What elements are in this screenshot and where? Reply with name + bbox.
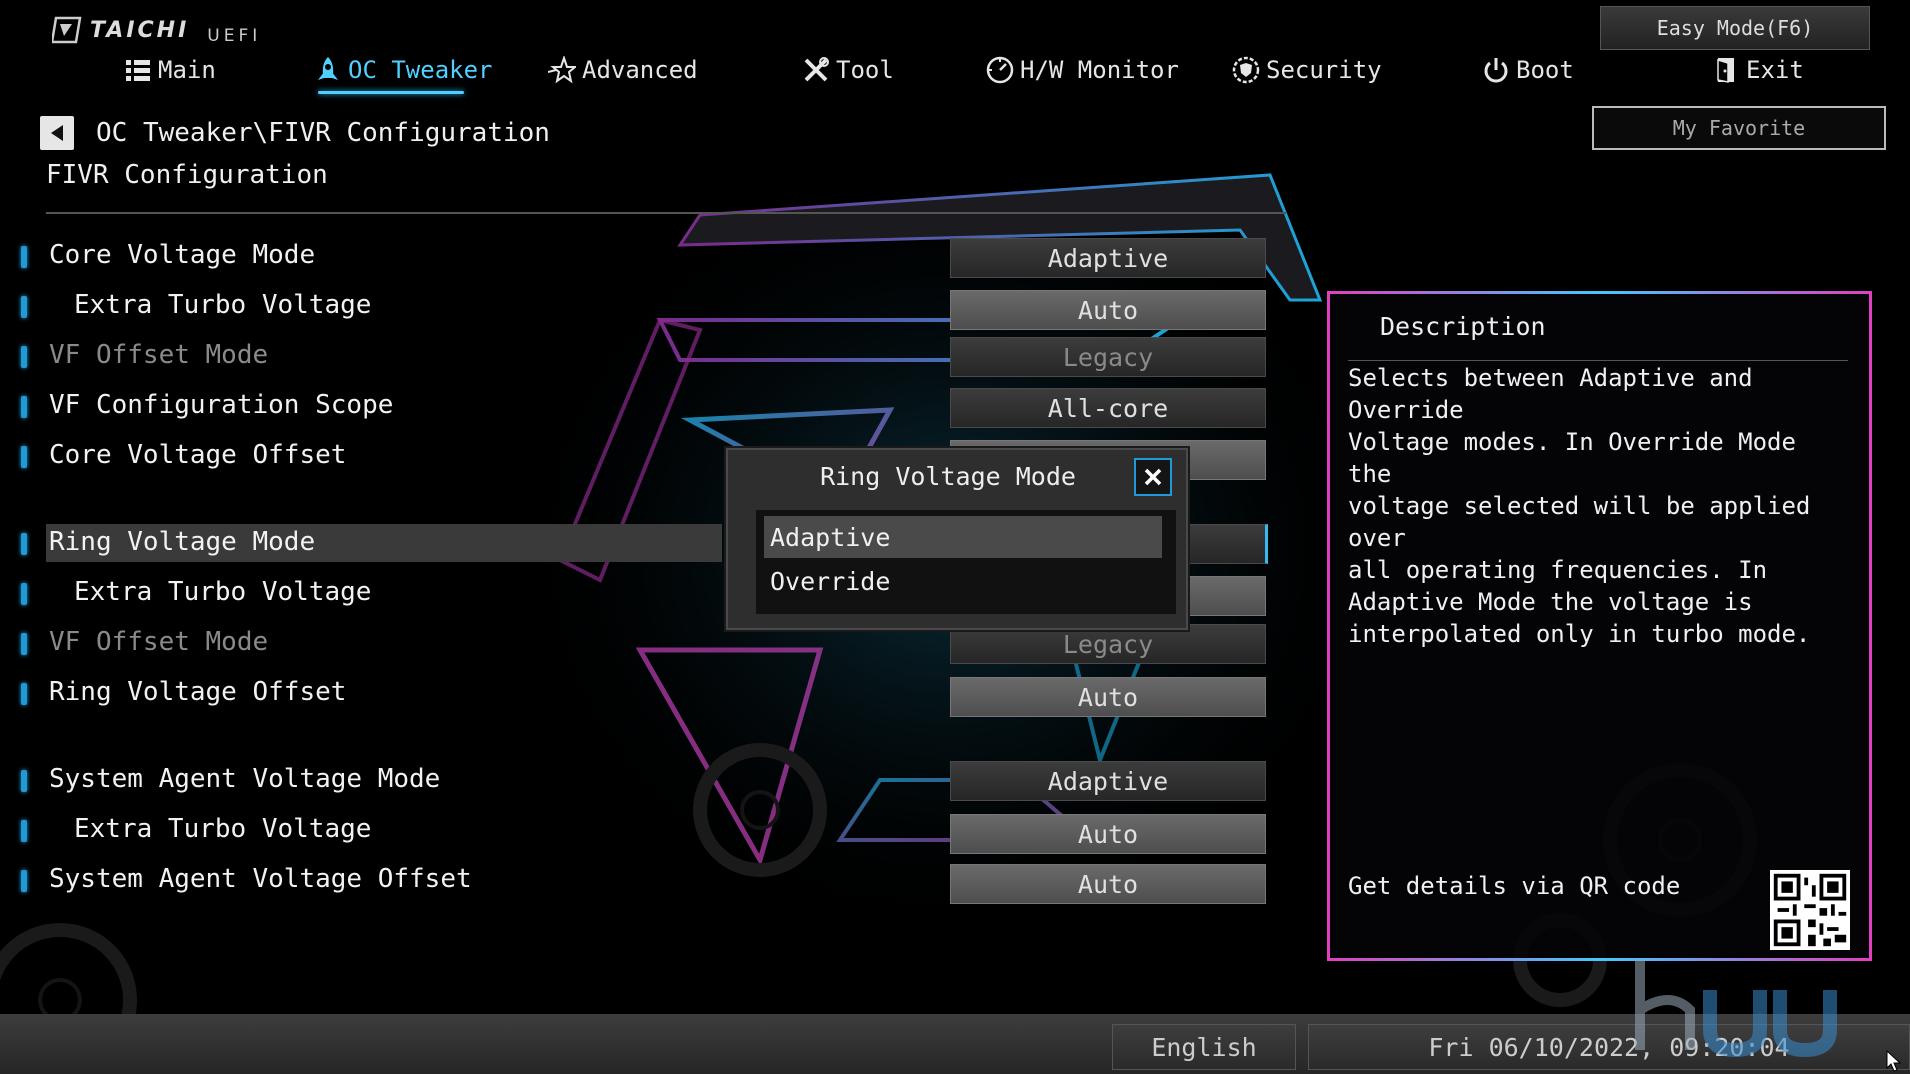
qr-code[interactable] <box>1770 870 1850 950</box>
row-marker <box>21 770 27 792</box>
tab-tool-label: Tool <box>836 56 894 84</box>
my-favorite-button[interactable]: My Favorite <box>1592 106 1886 150</box>
mouse-cursor-icon <box>1886 1050 1902 1072</box>
setting-label: VF Offset Mode <box>49 340 269 370</box>
row-marker <box>21 533 27 555</box>
setting-label: System Agent Voltage Mode <box>49 764 441 794</box>
back-arrow-icon <box>51 125 63 141</box>
star-icon <box>548 56 576 84</box>
dialog-close-button[interactable] <box>1134 458 1172 496</box>
setting-label: Ring Voltage Offset <box>49 677 347 707</box>
dialog-option-list: Adaptive Override <box>756 510 1176 614</box>
tools-icon <box>804 57 829 82</box>
power-icon <box>1484 58 1508 83</box>
setting-label: Extra Turbo Voltage <box>74 814 372 844</box>
option-adaptive[interactable]: Adaptive <box>764 516 1162 558</box>
easy-mode-button[interactable]: Easy Mode(F6) <box>1600 6 1870 50</box>
row-marker <box>21 396 27 418</box>
setting-label: Ring Voltage Mode <box>49 527 316 557</box>
tab-exit-label: Exit <box>1746 56 1804 84</box>
setting-label: VF Offset Mode <box>49 627 269 657</box>
setting-label: Core Voltage Offset <box>49 440 347 470</box>
tab-advanced[interactable]: Advanced <box>548 56 698 84</box>
setting-label: Extra Turbo Voltage <box>74 577 372 607</box>
shield-icon <box>1232 56 1260 84</box>
tab-boot[interactable]: Boot <box>1482 56 1574 84</box>
watermark-logo <box>1635 960 1837 1058</box>
back-button[interactable] <box>40 116 74 150</box>
row-marker <box>21 246 27 268</box>
description-text: Selects between Adaptive and Override Vo… <box>1348 364 1811 648</box>
tab-main-label: Main <box>158 56 216 84</box>
tab-oc-tweaker[interactable]: OC Tweaker <box>314 56 493 84</box>
row-marker <box>21 820 27 842</box>
row-marker <box>21 446 27 468</box>
gauge-icon <box>986 56 1014 84</box>
setting-value[interactable]: Adaptive <box>950 238 1266 278</box>
rocket-icon <box>318 57 338 80</box>
close-icon <box>1144 468 1162 486</box>
row-marker <box>21 583 27 605</box>
tab-hw-monitor-label: H/W Monitor <box>1020 56 1179 84</box>
tab-security-label: Security <box>1266 56 1382 84</box>
ring-voltage-mode-dialog: Ring Voltage Mode Adaptive Override <box>726 448 1188 630</box>
header-divider <box>46 212 1286 214</box>
qr-hint-text: Get details via QR code <box>1348 872 1681 900</box>
breadcrumb: OC Tweaker\FIVR Configuration <box>40 116 550 150</box>
taichi-logo-icon <box>52 16 82 44</box>
tab-boot-label: Boot <box>1516 56 1574 84</box>
active-tab-indicator <box>318 91 464 94</box>
tab-security[interactable]: Security <box>1232 56 1382 84</box>
row-marker <box>21 633 27 655</box>
tab-tool[interactable]: Tool <box>802 56 894 84</box>
setting-value[interactable]: Adaptive <box>950 761 1266 801</box>
list-icon <box>126 60 150 81</box>
setting-label: Core Voltage Mode <box>49 240 316 270</box>
setting-value[interactable]: Auto <box>950 290 1266 330</box>
description-title: Description <box>1380 312 1546 341</box>
row-marker <box>21 296 27 318</box>
option-override[interactable]: Override <box>764 560 1162 602</box>
main-nav: Main OC Tweaker Advanced Tool H/W Monito… <box>0 56 1910 96</box>
brand-logo: TAICHI UEFI <box>52 14 261 46</box>
brand-name: TAICHI <box>90 17 190 43</box>
exit-door-icon <box>1717 58 1734 83</box>
description-divider <box>1348 360 1848 361</box>
setting-label: Extra Turbo Voltage <box>74 290 372 320</box>
brand-suffix: UEFI <box>207 26 262 46</box>
row-marker <box>21 346 27 368</box>
setting-value[interactable]: Auto <box>950 677 1266 717</box>
setting-value[interactable]: Auto <box>950 814 1266 854</box>
tab-oc-tweaker-label: OC Tweaker <box>348 56 493 84</box>
dialog-title: Ring Voltage Mode <box>820 462 1076 491</box>
tab-main[interactable]: Main <box>124 56 216 84</box>
setting-value[interactable]: All-core <box>950 388 1266 428</box>
setting-value: Legacy <box>950 624 1266 664</box>
setting-value: Legacy <box>950 337 1266 377</box>
setting-label: System Agent Voltage Offset <box>49 864 472 894</box>
tab-advanced-label: Advanced <box>582 56 698 84</box>
row-marker <box>21 870 27 892</box>
row-marker <box>21 683 27 705</box>
setting-label: VF Configuration Scope <box>49 390 394 420</box>
tab-exit[interactable]: Exit <box>1712 56 1804 84</box>
language-button[interactable]: English <box>1112 1024 1296 1070</box>
page-title: FIVR Configuration <box>46 160 328 190</box>
description-panel: Description Selects between Adaptive and… <box>1327 291 1872 961</box>
breadcrumb-path: OC Tweaker\FIVR Configuration <box>96 118 550 148</box>
setting-value[interactable]: Auto <box>950 864 1266 904</box>
tab-hw-monitor[interactable]: H/W Monitor <box>986 56 1179 84</box>
